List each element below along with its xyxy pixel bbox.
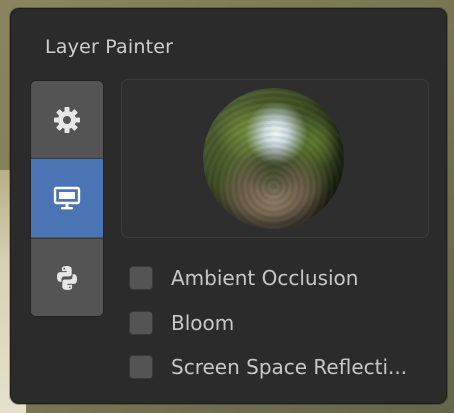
- screen-space-reflections-checkbox[interactable]: [129, 355, 153, 379]
- hdri-preview-sphere: [203, 88, 344, 229]
- tab-render[interactable]: [31, 159, 103, 237]
- ambient-occlusion-checkbox[interactable]: [129, 266, 153, 290]
- layer-painter-popup: Layer Painter Ambient Occlusion Bloom Sc…: [10, 8, 447, 404]
- option-ambient-occlusion[interactable]: Ambient Occlusion: [129, 265, 358, 291]
- option-screen-space-reflections[interactable]: Screen Space Reflecti...: [129, 354, 407, 380]
- hdri-preview-texture: [203, 88, 344, 229]
- option-label: Bloom: [171, 311, 235, 335]
- tab-scripting[interactable]: [31, 239, 103, 316]
- bloom-checkbox[interactable]: [129, 311, 153, 335]
- option-label: Screen Space Reflecti...: [171, 355, 408, 379]
- gear-icon: [54, 107, 80, 133]
- python-icon: [57, 266, 77, 290]
- panel-title: Layer Painter: [45, 36, 174, 58]
- option-bloom[interactable]: Bloom: [129, 310, 234, 336]
- option-label: Ambient Occlusion: [171, 266, 359, 290]
- tab-strip: [30, 80, 104, 317]
- monitor-icon: [53, 186, 81, 210]
- tab-settings[interactable]: [31, 81, 103, 159]
- world-preview: [121, 79, 429, 238]
